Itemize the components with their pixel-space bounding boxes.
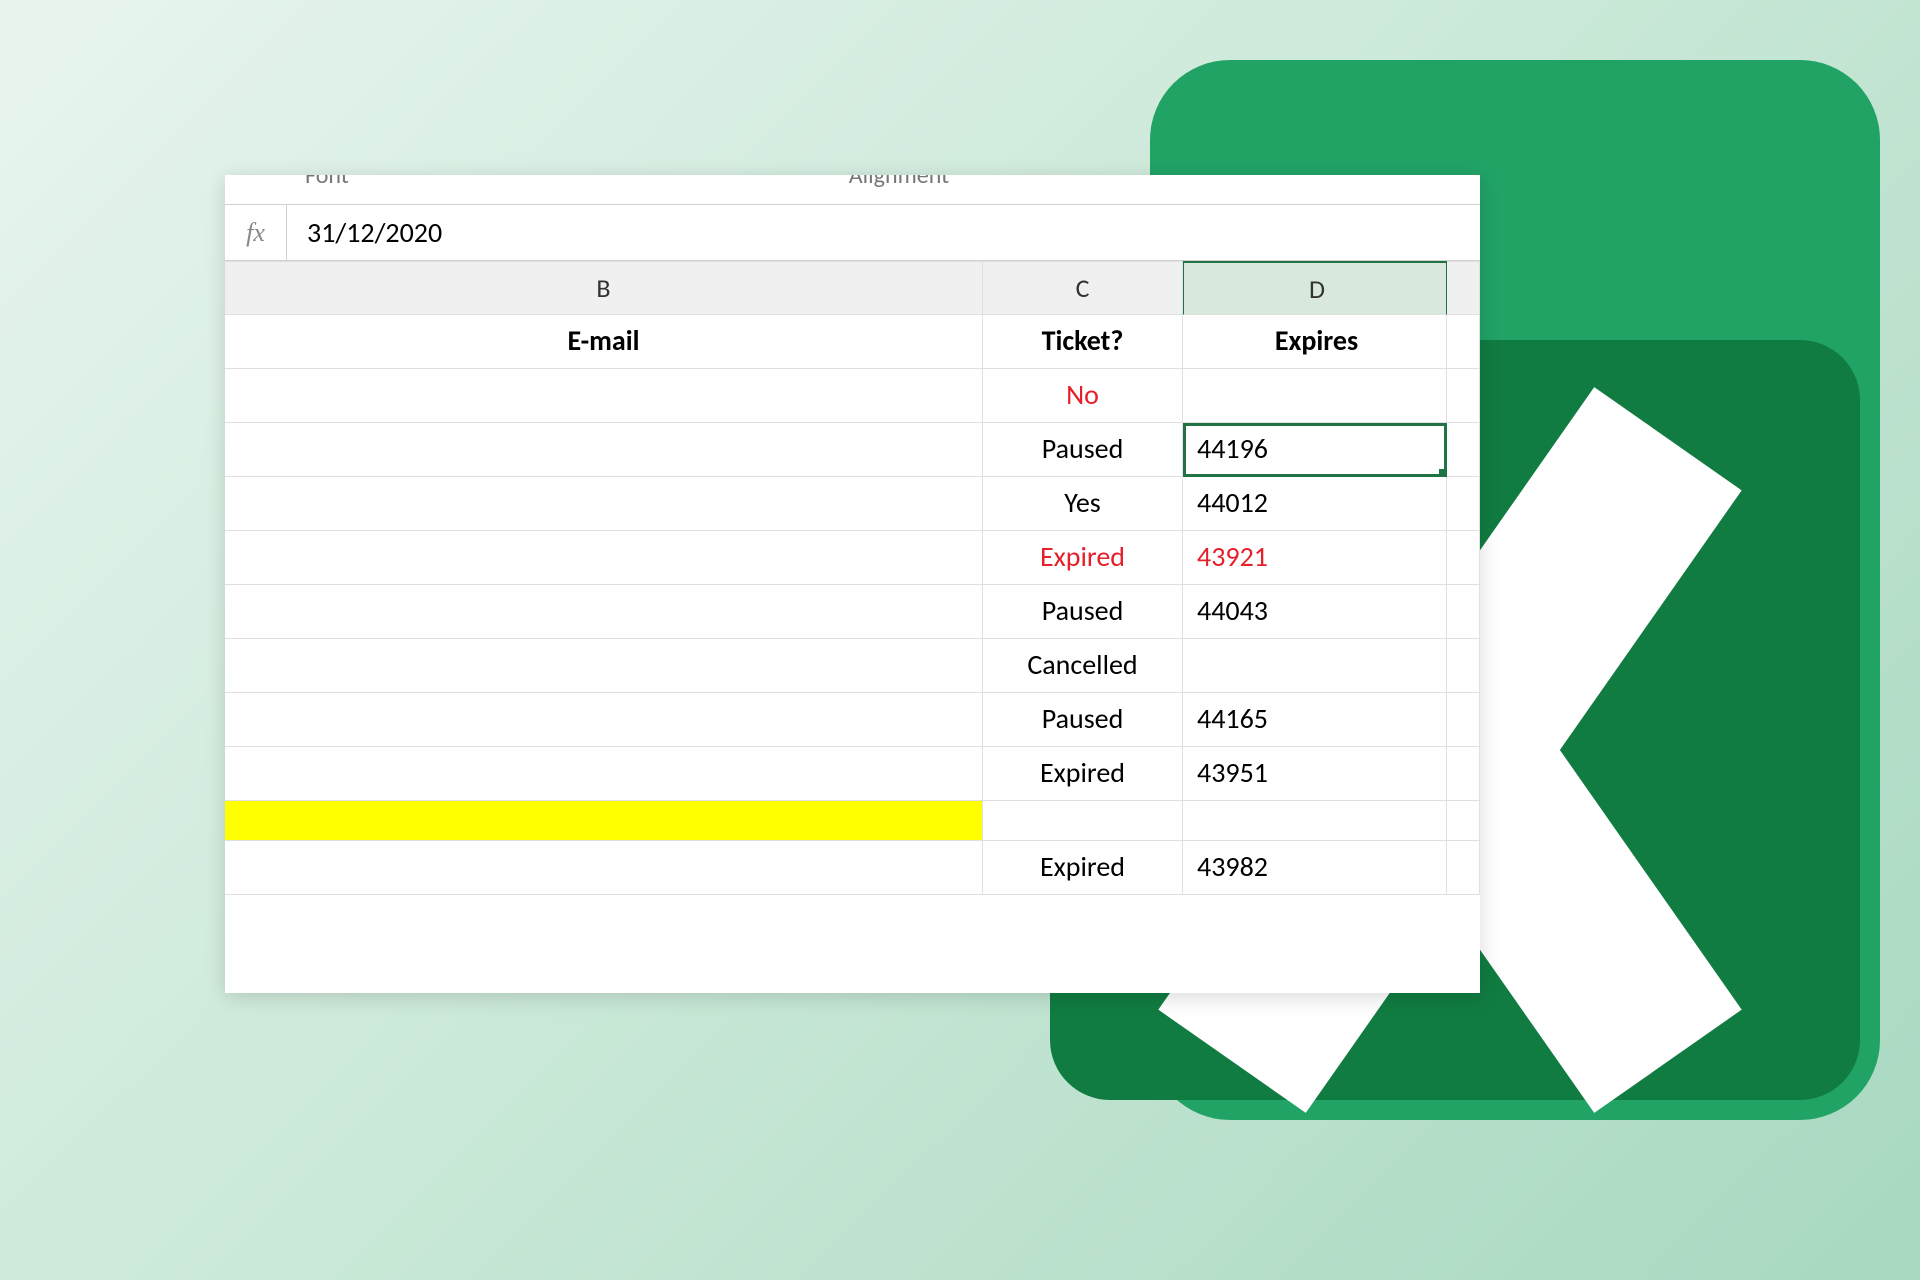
column-headers-row: B C D: [225, 261, 1480, 315]
cell-expires[interactable]: 43951: [1183, 747, 1447, 801]
cell-blank[interactable]: [1447, 801, 1480, 841]
column-header-B[interactable]: B: [225, 261, 983, 315]
cell-email[interactable]: [225, 369, 983, 423]
cell-ticket[interactable]: Yes: [983, 477, 1183, 531]
cell-expires[interactable]: 44012: [1183, 477, 1447, 531]
cell-ticket[interactable]: Expired: [983, 747, 1183, 801]
cell-expires[interactable]: [1183, 369, 1447, 423]
cell-email[interactable]: [225, 585, 983, 639]
cell-blank[interactable]: [1447, 585, 1480, 639]
cell-email[interactable]: [225, 801, 983, 841]
cell-ticket[interactable]: Expired: [983, 841, 1183, 895]
table-row: Paused44196: [225, 423, 1480, 477]
ribbon-groups: Font Alignment: [225, 175, 1480, 205]
column-header-D[interactable]: D: [1183, 261, 1447, 315]
cell-ticket[interactable]: [983, 801, 1183, 841]
formula-input[interactable]: [287, 215, 1480, 250]
excel-spreadsheet-window: Font Alignment fx B C D E-mail Ticket? E…: [225, 175, 1480, 993]
cell-blank[interactable]: [1447, 531, 1480, 585]
cell-expires[interactable]: 44196: [1183, 423, 1447, 477]
column-header-E[interactable]: [1447, 261, 1480, 315]
cell-ticket[interactable]: Paused: [983, 423, 1183, 477]
table-row: Expired43982: [225, 841, 1480, 895]
table-row: Expired43951: [225, 747, 1480, 801]
cell-ticket[interactable]: No: [983, 369, 1183, 423]
table-row: Paused44165: [225, 693, 1480, 747]
cell-expires[interactable]: 43921: [1183, 531, 1447, 585]
cell-expires[interactable]: 44165: [1183, 693, 1447, 747]
cell-blank[interactable]: [1447, 639, 1480, 693]
cell-expires[interactable]: 44043: [1183, 585, 1447, 639]
cell-email[interactable]: [225, 423, 983, 477]
ribbon-alignment-group-label: Alignment: [849, 175, 949, 204]
header-email[interactable]: E-mail: [225, 315, 983, 369]
cell-blank[interactable]: [1447, 841, 1480, 895]
cell-email[interactable]: [225, 747, 983, 801]
table-row: Paused44043: [225, 585, 1480, 639]
cell-email[interactable]: [225, 477, 983, 531]
cell-expires[interactable]: 43982: [1183, 841, 1447, 895]
cell-email[interactable]: [225, 841, 983, 895]
column-header-C[interactable]: C: [983, 261, 1183, 315]
table-row: Cancelled: [225, 639, 1480, 693]
cell-ticket[interactable]: Paused: [983, 693, 1183, 747]
cell-blank[interactable]: [1447, 369, 1480, 423]
fx-icon[interactable]: fx: [225, 205, 287, 261]
cell-ticket[interactable]: Paused: [983, 585, 1183, 639]
cell-expires[interactable]: [1183, 801, 1447, 841]
table-row: Yes44012: [225, 477, 1480, 531]
cell-email[interactable]: [225, 639, 983, 693]
table-row: Expired43921: [225, 531, 1480, 585]
cell-email[interactable]: [225, 693, 983, 747]
cell-email[interactable]: [225, 531, 983, 585]
spreadsheet-grid[interactable]: B C D E-mail Ticket? Expires NoPaused441…: [225, 261, 1480, 895]
cell-blank[interactable]: [1447, 693, 1480, 747]
table-header-row: E-mail Ticket? Expires: [225, 315, 1480, 369]
cell-blank[interactable]: [1447, 477, 1480, 531]
formula-bar: fx: [225, 205, 1480, 261]
table-row: No: [225, 369, 1480, 423]
cell-expires[interactable]: [1183, 639, 1447, 693]
fill-handle[interactable]: [1439, 469, 1447, 477]
cell-ticket[interactable]: Expired: [983, 531, 1183, 585]
cell-blank[interactable]: [1447, 747, 1480, 801]
header-expires[interactable]: Expires: [1183, 315, 1447, 369]
header-ticket[interactable]: Ticket?: [983, 315, 1183, 369]
ribbon-font-group-label: Font: [305, 175, 349, 204]
cell-ticket[interactable]: Cancelled: [983, 639, 1183, 693]
table-row: [225, 801, 1480, 841]
cell-blank[interactable]: [1447, 423, 1480, 477]
